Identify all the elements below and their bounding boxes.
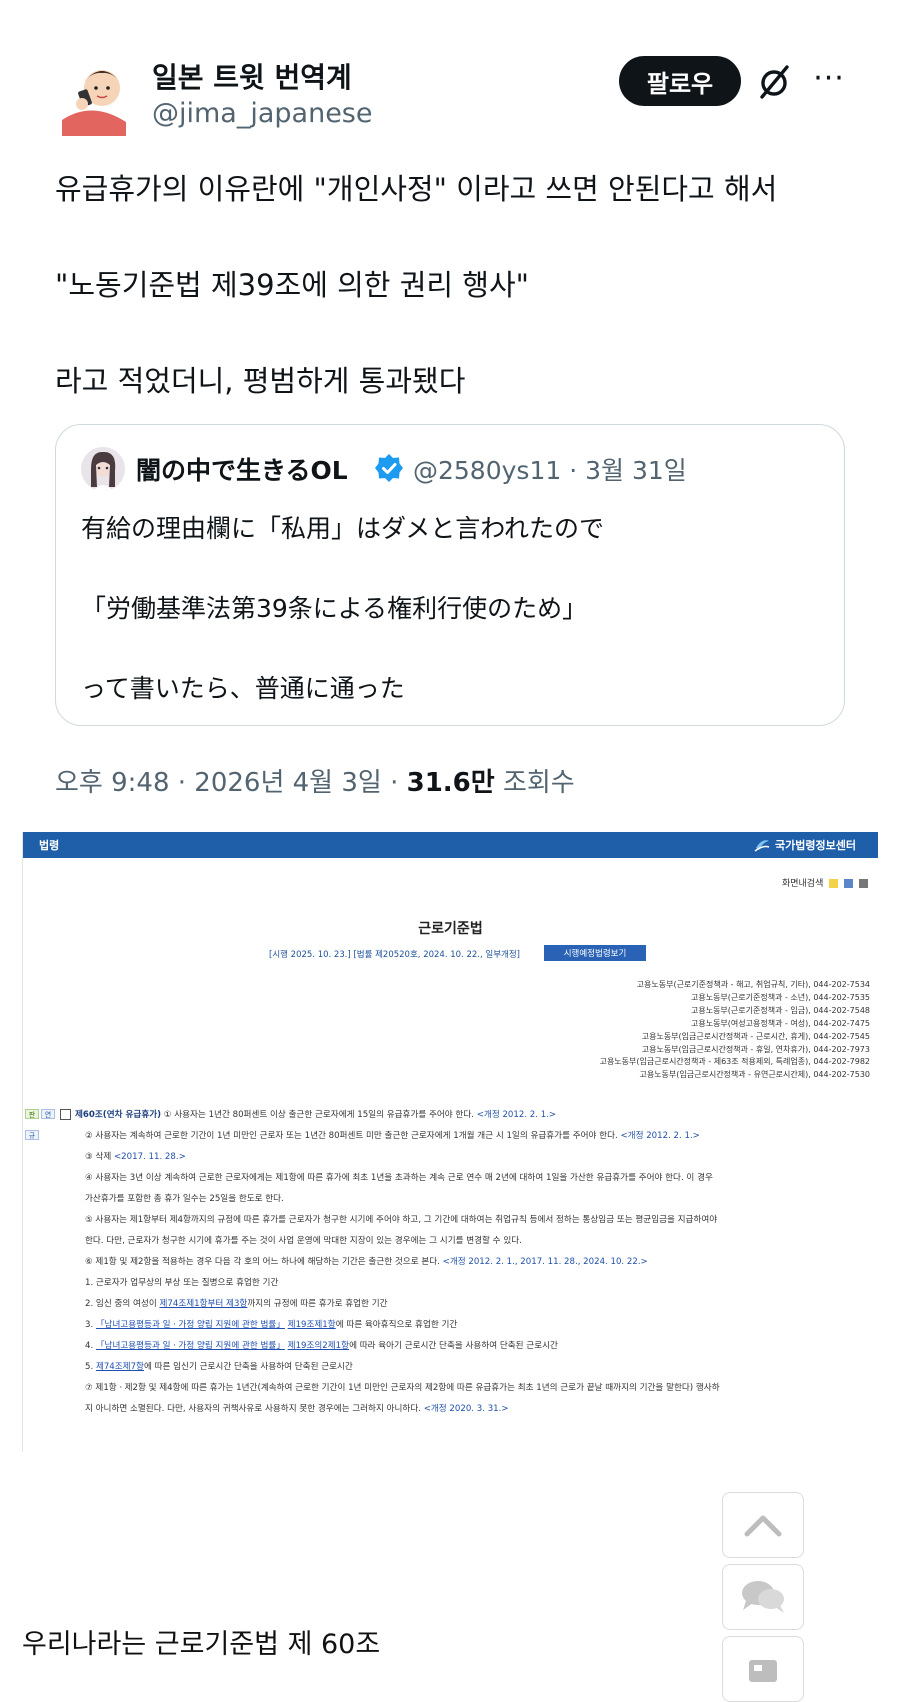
article-line: 가산휴가를 포함한 총 휴가 일수는 25일을 한도로 한다. [85,1194,284,1204]
article-line: ⑦ 제1항ㆍ제2항 및 제4항에 따른 휴가는 1년간(계속하여 근로한 기간이… [85,1383,720,1393]
verified-badge-icon [375,454,403,482]
author-avatar[interactable] [52,60,134,142]
quoted-author-avatar [81,447,125,491]
law-contact-line: 고용노동부(임금근로시간정책과 - 제63조 적용제외, 특례업종), 044-… [599,1057,870,1067]
law-contact-line: 고용노동부(근로기준정책과 - 해고, 취업규칙, 기타), 044-202-7… [636,980,870,989]
tweet-text-line: 유급휴가의 이유란에 "개인사정" 이라고 쓰면 안된다고 해서 [55,172,778,206]
law-center-logo-text: 국가법령정보센터 [775,839,856,852]
author-display-name[interactable]: 일본 트윗 번역계 [152,56,352,96]
law-link[interactable]: 「남녀고용평등과 일ㆍ가정 양립 지원에 관한 법률」 [96,1341,285,1351]
article-line: ⑤ 사용자는 제1항부터 제4항까지의 규정에 따른 휴가를 근로자가 청구한 … [85,1215,718,1225]
law-link[interactable]: 제19조의2제1항 [288,1341,349,1351]
article-line: ④ 사용자는 3년 이상 계속하여 근로한 근로자에게는 제1항에 따른 휴가에… [85,1173,713,1183]
article-line: 한다. 다만, 근로자가 청구한 시기에 휴가를 주는 것이 사업 운영에 막대… [85,1236,522,1246]
law-tools: 화면내검색 [782,876,868,889]
save-icon[interactable] [844,879,854,888]
law-link[interactable]: 「남녀고용평등과 일ㆍ가정 양립 지원에 관한 법률」 [96,1320,285,1330]
law-center-logo-icon [754,840,770,852]
comments-icon [742,1581,784,1613]
quoted-text-line: って書いたら、普通に通った [81,674,405,703]
law-contact-line: 고용노동부(근로기준정책과 - 임금), 044-202-7548 [690,1005,870,1015]
quoted-text-line: 有給の理由欄に「私用」はダメと言われたので [81,514,605,543]
history-tag[interactable]: 연 [41,1109,55,1119]
article-line: ② 사용자는 계속하여 근로한 기간이 1년 미만인 근로자 또는 1년간 80… [85,1131,700,1141]
law-contact-line: 고용노동부(여성고용정책과 - 여성), 044-202-7475 [690,1018,870,1028]
regulation-tag[interactable]: 규 [25,1130,39,1140]
law-enactment-info: [시행 2025. 10. 23.] [법률 제20520호, 2024. 10… [269,950,520,960]
article-line: 지 아니하면 소멸된다. 다만, 사용자의 귀책사유로 사용하지 못한 경우에는… [85,1404,509,1414]
precedent-tag[interactable]: 판 [25,1109,39,1119]
views-label: 조회수 [494,768,575,798]
grok-icon[interactable] [754,62,794,102]
article-heading: 제60조(연차 유급휴가) [75,1110,162,1120]
law-center-logo: 국가법령정보센터 [753,834,856,856]
article-line: ⑥ 제1항 및 제2항을 적용하는 경우 다음 각 호의 어느 하나에 해당하는… [85,1257,648,1267]
quoted-text-line: 「労働基準法第39条による権利行使のため」 [81,594,588,623]
list-icon [749,1660,777,1682]
law-topbar-label: 법령 [39,839,60,852]
quoted-author-name: 闇の中で生きるOL [136,456,348,485]
author-handle[interactable]: @jima_japanese [152,98,372,129]
post-caption: 우리나라는 근로기준법 제 60조 [22,1629,381,1660]
article-line: 2. 임신 중의 여성이 제74조제1항부터 제3항까지의 규정에 따른 휴가로… [85,1299,388,1309]
views-count: 31.6만 [406,768,495,798]
tweet-text-line: 라고 적었더니, 평범하게 통과됐다 [55,364,466,398]
article-line: 1. 근로자가 업무상의 부상 또는 질병으로 휴업한 기간 [85,1278,279,1288]
scroll-top-button[interactable] [722,1492,804,1558]
tweet-timestamp: 오후 9:48 · 2026년 4월 3일 · 31.6만 조회수 [55,762,575,799]
comments-button[interactable] [722,1564,804,1630]
law-contact-line: 고용노동부(임금근로시간정책과 - 근로시간, 휴게), 044-202-754… [641,1031,870,1041]
law-topbar: 법령 국가법령정보센터 [23,832,878,858]
print-icon[interactable] [859,879,868,888]
font-size-icon[interactable] [829,879,839,888]
law-link[interactable]: 제74조제7항 [96,1362,144,1372]
article-line: 제60조(연차 유급휴가) ① 사용자는 1년간 80퍼센트 이상 출근한 근로… [75,1110,557,1120]
law-contact-line: 고용노동부(임금근로시간정책과 - 유연근로시간제), 044-202-7530 [639,1070,870,1080]
quoted-tweet[interactable]: 闇の中で生きるOL @2580ys11 · 3월 31일 有給の理由欄に「私用」… [55,424,845,726]
list-button[interactable] [722,1636,804,1702]
article-line: 5. 제74조제7항에 따른 임신기 근로시간 단축을 사용하여 단축된 근로시… [85,1362,353,1372]
upcoming-law-button[interactable]: 시행예정법령보기 [544,945,646,961]
article-line: 4. 「남녀고용평등과 일ㆍ가정 양립 지원에 관한 법률」 제19조의2제1항… [85,1341,558,1351]
article-line: 3. 「남녀고용평등과 일ㆍ가정 양립 지원에 관한 법률」 제19조제1항에 … [85,1320,458,1330]
law-contacts: 고용노동부(근로기준정책과 - 해고, 취업규칙, 기타), 044-202-7… [600,979,870,1082]
more-options-icon[interactable]: ··· [812,64,846,98]
article-checkbox[interactable] [60,1109,71,1120]
quoted-handle-date: @2580ys11 · 3월 31일 [413,456,687,485]
tweet-text-line: "노동기준법 제39조에 의한 권리 행사" [55,268,529,302]
timestamp-time[interactable]: 오후 9:48 · 2026년 4월 3일 · [55,768,407,798]
law-link[interactable]: 제74조제1항부터 제3항 [159,1299,247,1309]
law-page-screenshot: 법령 국가법령정보센터 화면내검색 근로기준법 [시행 2025. 10. 23… [22,832,878,1452]
chevron-up-icon [744,1515,782,1537]
law-contact-line: 고용노동부(임금근로시간정책과 - 휴일, 연차휴가), 044-202-797… [641,1044,870,1054]
law-title: 근로기준법 [418,921,483,937]
in-page-search-link[interactable]: 화면내검색 [782,879,823,889]
article-line: ③ 삭제 <2017. 11. 28.> [85,1152,186,1162]
law-link[interactable]: 제19조제1항 [288,1320,336,1330]
follow-button[interactable]: 팔로우 [619,56,741,106]
law-contact-line: 고용노동부(근로기준정책과 - 소년), 044-202-7535 [690,992,870,1002]
